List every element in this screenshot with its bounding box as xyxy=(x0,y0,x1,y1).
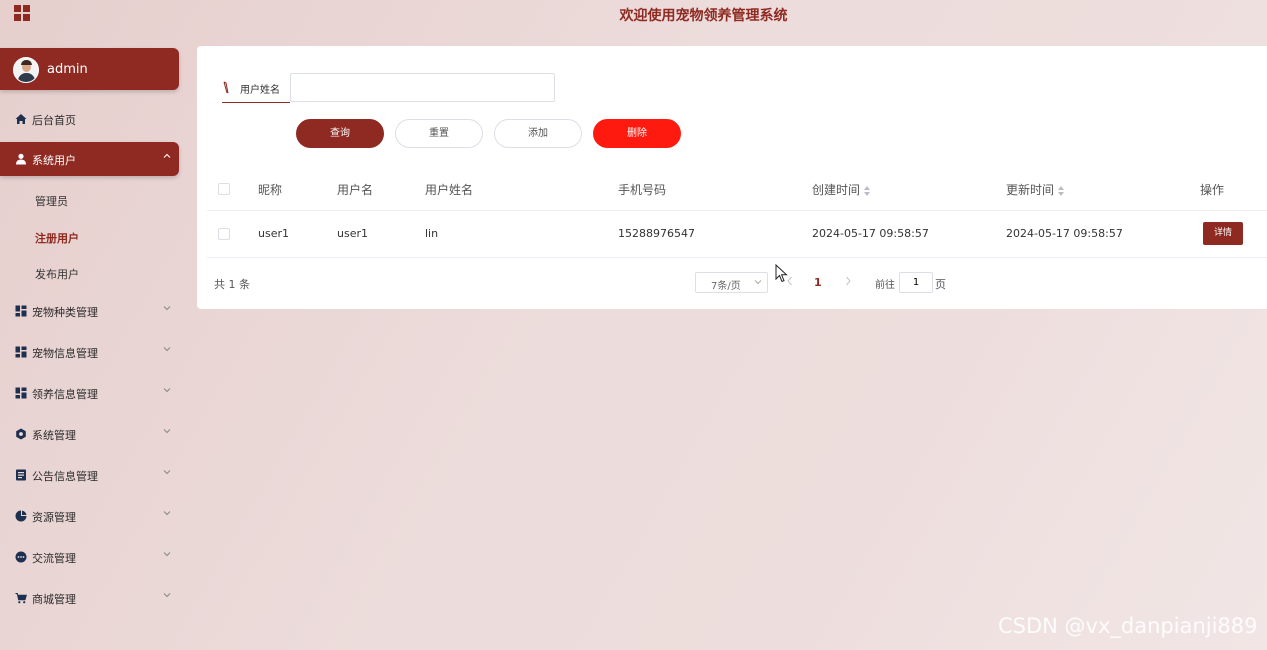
detail-button[interactable]: 详情 xyxy=(1203,222,1243,245)
sidebar-item-label: 领养信息管理 xyxy=(32,388,98,401)
cell-nickname: user1 xyxy=(258,227,289,240)
add-button[interactable]: 添加 xyxy=(494,119,582,148)
search-label-text: 用户姓名 xyxy=(240,85,280,96)
column-header-realname: 用户姓名 xyxy=(425,183,474,197)
sidebar-subitem-registered-users[interactable]: 注册用户 xyxy=(35,230,79,246)
sidebar-item-system-users[interactable]: 系统用户 xyxy=(0,142,179,176)
cart-icon xyxy=(15,593,27,604)
column-header-label: 创建时间 xyxy=(812,183,861,197)
user-icon xyxy=(16,153,26,165)
settings-icon xyxy=(16,428,26,440)
column-header-phone: 手机号码 xyxy=(618,183,667,197)
select-all-checkbox[interactable] xyxy=(218,183,230,195)
sidebar-item-label: 宠物种类管理 xyxy=(32,306,98,319)
chevron-down-icon xyxy=(754,280,762,285)
sidebar-subitem-publisher-users[interactable]: 发布用户 xyxy=(35,266,79,282)
chevron-down-icon xyxy=(163,347,171,352)
main-panel: 用户姓名 查询 重置 添加 删除 昵称 用户名 用户姓名 手机号码 创建时间 更… xyxy=(197,46,1267,309)
sidebar-item-label: 商城管理 xyxy=(32,593,76,606)
dashboard-icon xyxy=(15,387,27,399)
name-search-input[interactable] xyxy=(290,73,555,102)
chevron-down-icon xyxy=(163,552,171,557)
sidebar-item-label: 资源管理 xyxy=(32,511,76,524)
table-row[interactable]: user1 user1 lin 15288976547 2024-05-17 0… xyxy=(207,211,1267,258)
column-header-label: 更新时间 xyxy=(1006,183,1055,197)
chevron-down-icon xyxy=(163,306,171,311)
dashboard-icon xyxy=(15,346,27,358)
sidebar-item-pet-info[interactable]: 宠物信息管理 xyxy=(0,335,179,369)
chevron-down-icon xyxy=(163,388,171,393)
next-page-icon[interactable] xyxy=(843,275,853,287)
chevron-down-icon xyxy=(163,470,171,475)
sidebar-item-label: 系统用户 xyxy=(32,154,76,167)
sidebar-item-mall[interactable]: 商城管理 xyxy=(0,581,179,615)
cell-created: 2024-05-17 09:58:57 xyxy=(812,227,929,240)
pie-chart-icon xyxy=(15,510,27,522)
cell-realname: lin xyxy=(425,227,439,240)
mouse-cursor-icon xyxy=(775,264,788,283)
query-button[interactable]: 查询 xyxy=(296,119,384,148)
chevron-down-icon xyxy=(163,429,171,434)
home-icon xyxy=(15,114,27,124)
avatar xyxy=(13,57,39,83)
search-field-label: 用户姓名 xyxy=(222,73,290,103)
page-number-current[interactable]: 1 xyxy=(814,276,822,289)
chevron-down-icon xyxy=(163,593,171,598)
sidebar-item-home[interactable]: 后台首页 xyxy=(0,102,179,136)
sort-icon[interactable] xyxy=(1058,185,1065,196)
page-size-select[interactable]: 7条/页 xyxy=(695,272,768,293)
goto-page-input[interactable] xyxy=(899,272,933,293)
chevron-up-icon xyxy=(163,153,171,158)
sidebar-item-label: 交流管理 xyxy=(32,552,76,565)
sidebar-item-label: 公告信息管理 xyxy=(32,470,98,483)
column-header-username: 用户名 xyxy=(337,183,374,197)
column-header-created[interactable]: 创建时间 xyxy=(812,181,871,198)
top-bar: 欢迎使用宠物领养管理系统 xyxy=(0,0,1267,32)
column-header-updated[interactable]: 更新时间 xyxy=(1006,181,1065,198)
cell-updated: 2024-05-17 09:58:57 xyxy=(1006,227,1123,240)
chevron-down-icon xyxy=(163,511,171,516)
user-name: admin xyxy=(47,62,88,77)
page-size-value: 7条/页 xyxy=(711,281,741,292)
app-title: 欢迎使用宠物领养管理系统 xyxy=(619,8,788,24)
sidebar-item-label: 宠物信息管理 xyxy=(32,347,98,360)
chat-icon xyxy=(15,551,27,563)
reset-button[interactable]: 重置 xyxy=(395,119,483,148)
sidebar-item-communication[interactable]: 交流管理 xyxy=(0,540,179,574)
column-header-nickname: 昵称 xyxy=(258,183,283,197)
pen-icon xyxy=(223,81,229,94)
sidebar-item-label: 后台首页 xyxy=(32,114,76,127)
delete-button[interactable]: 删除 xyxy=(593,119,681,148)
sidebar-subitem-admins[interactable]: 管理员 xyxy=(35,193,68,209)
table-header: 昵称 用户名 用户姓名 手机号码 创建时间 更新时间 操作 xyxy=(207,166,1267,211)
sidebar-item-adoption-info[interactable]: 领养信息管理 xyxy=(0,376,179,410)
user-card[interactable]: admin xyxy=(0,48,179,90)
sidebar-item-notice[interactable]: 公告信息管理 xyxy=(0,458,179,492)
goto-suffix: 页 xyxy=(935,278,946,291)
row-checkbox[interactable] xyxy=(218,228,230,240)
pagination-total: 共 1 条 xyxy=(214,278,250,291)
watermark: CSDN @vx_danpianji889 xyxy=(998,614,1258,638)
column-header-action: 操作 xyxy=(1200,183,1225,197)
cell-phone: 15288976547 xyxy=(618,227,695,240)
goto-prefix: 前往 xyxy=(875,280,895,291)
sort-icon[interactable] xyxy=(864,185,871,196)
dashboard-icon xyxy=(15,305,27,317)
sidebar-item-system-admin[interactable]: 系统管理 xyxy=(0,417,179,451)
sidebar-item-resources[interactable]: 资源管理 xyxy=(0,499,179,533)
notice-icon xyxy=(16,469,26,481)
sidebar-item-label: 系统管理 xyxy=(32,429,76,442)
cell-username: user1 xyxy=(337,227,368,240)
sidebar-item-pet-category[interactable]: 宠物种类管理 xyxy=(0,294,179,328)
